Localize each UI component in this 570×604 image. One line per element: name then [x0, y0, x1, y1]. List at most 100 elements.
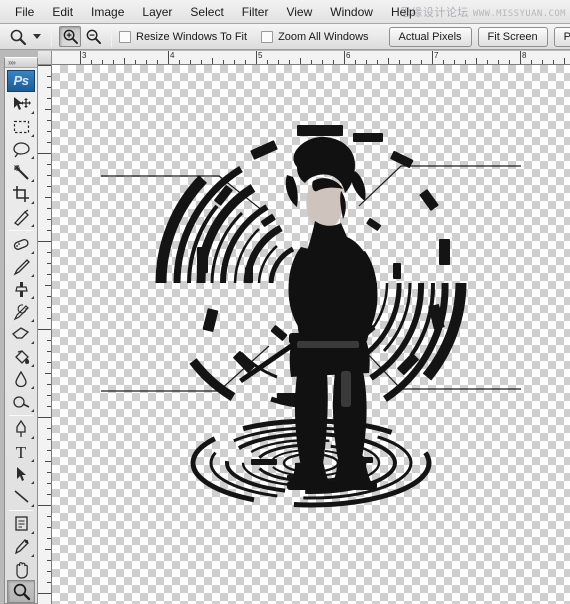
ruler-label: 4	[170, 51, 175, 60]
ruler-tick	[47, 340, 51, 341]
history-brush-tool[interactable]	[7, 300, 35, 323]
zoom-tool-icon	[9, 28, 27, 46]
move-tool[interactable]	[7, 93, 35, 116]
ruler-tick	[38, 417, 51, 418]
tools-panel-collapse-handle[interactable]: »»	[5, 58, 37, 68]
zoom-all-windows-checkbox[interactable]: Zoom All Windows	[261, 30, 369, 43]
canvas-area[interactable]	[52, 65, 570, 604]
tool-submenu-indicator[interactable]	[31, 111, 34, 115]
tool-submenu-indicator[interactable]	[31, 133, 34, 137]
ruler-tick	[234, 60, 235, 64]
print-size-button[interactable]: Print Size	[553, 26, 570, 47]
ruler-tick	[454, 60, 455, 64]
zoom-in-button[interactable]	[59, 26, 81, 47]
rectangular-marquee-tool[interactable]	[7, 115, 35, 138]
tool-submenu-indicator[interactable]	[31, 503, 34, 507]
chevron-down-icon[interactable]	[33, 34, 41, 39]
tool-submenu-indicator[interactable]	[31, 178, 34, 182]
menu-window[interactable]: Window	[321, 2, 382, 22]
ruler-tick	[542, 60, 543, 64]
tool-submenu-indicator[interactable]	[31, 386, 34, 390]
ruler-tick	[47, 582, 51, 583]
ruler-tick	[300, 58, 301, 64]
options-divider-2	[111, 26, 112, 47]
menu-image[interactable]: Image	[82, 2, 133, 22]
ruler-tick	[487, 60, 488, 64]
ruler-tick	[45, 109, 51, 110]
watermark: 思缘设计论坛 WWW.MISSYUAN.COM	[400, 4, 566, 20]
ruler-label: 5	[258, 51, 263, 60]
tool-submenu-indicator[interactable]	[31, 273, 34, 277]
gradient-tool[interactable]	[7, 345, 35, 368]
brush-tool[interactable]	[7, 255, 35, 278]
checkbox-box-zoomall[interactable]	[261, 30, 274, 43]
menu-view[interactable]: View	[277, 2, 321, 22]
ruler-tick	[245, 60, 246, 64]
ruler-tick	[47, 560, 51, 561]
ruler-tick	[47, 175, 51, 176]
ruler-tick	[465, 60, 466, 64]
tool-preset-picker[interactable]	[6, 28, 44, 46]
tools-divider-1	[9, 229, 33, 231]
menu-file[interactable]: File	[6, 2, 43, 22]
ruler-tick	[47, 274, 51, 275]
ruler-tick	[509, 60, 510, 64]
magic-wand-tool[interactable]	[7, 160, 35, 183]
ruler-tick	[45, 197, 51, 198]
ruler-tick	[47, 538, 51, 539]
pen-tool[interactable]	[7, 418, 35, 441]
horizontal-ruler[interactable]: 3 4 5 6 7 8	[52, 51, 570, 65]
line-tool[interactable]	[7, 485, 35, 508]
actual-pixels-button[interactable]: Actual Pixels	[388, 26, 472, 47]
ruler-tick	[47, 318, 51, 319]
menu-layer[interactable]: Layer	[133, 2, 181, 22]
menu-filter[interactable]: Filter	[233, 2, 278, 22]
zoom-out-button[interactable]	[82, 26, 104, 47]
tool-submenu-indicator[interactable]	[31, 341, 34, 345]
tool-submenu-indicator[interactable]	[31, 436, 34, 440]
lasso-tool[interactable]	[7, 138, 35, 161]
resize-windows-to-fit-checkbox[interactable]: Resize Windows To Fit	[119, 30, 247, 43]
ruler-tick	[47, 131, 51, 132]
tool-submenu-indicator[interactable]	[31, 318, 34, 322]
ruler-tick	[388, 58, 389, 64]
photoshop-window: File Edit Image Layer Select Filter View…	[0, 0, 570, 604]
tool-submenu-indicator[interactable]	[31, 296, 34, 300]
dodge-tool[interactable]	[7, 390, 35, 413]
type-tool[interactable]: T	[7, 440, 35, 463]
crop-tool[interactable]	[7, 183, 35, 206]
ruler-tick	[102, 60, 103, 64]
menu-select[interactable]: Select	[181, 2, 232, 22]
fit-screen-button[interactable]: Fit Screen	[477, 26, 548, 47]
eyedropper-tool[interactable]	[7, 535, 35, 558]
tool-submenu-indicator[interactable]	[31, 531, 34, 535]
slice-tool[interactable]	[7, 205, 35, 228]
tool-submenu-indicator[interactable]	[31, 363, 34, 367]
tool-submenu-indicator[interactable]	[31, 408, 34, 412]
ruler-corner[interactable]	[38, 51, 52, 65]
tool-submenu-indicator[interactable]	[31, 223, 34, 227]
tools-divider-2	[9, 414, 33, 416]
tool-submenu-indicator[interactable]	[31, 201, 34, 205]
healing-brush-tool[interactable]	[7, 233, 35, 256]
ruler-tick	[38, 241, 51, 242]
tool-submenu-indicator[interactable]	[31, 251, 34, 255]
zoom-tool[interactable]	[7, 580, 35, 603]
tool-submenu-indicator[interactable]	[31, 553, 34, 557]
blur-tool[interactable]	[7, 368, 35, 391]
ruler-tick	[91, 60, 92, 64]
hand-tool[interactable]	[7, 558, 35, 581]
vertical-ruler[interactable]	[38, 65, 52, 604]
tool-submenu-indicator[interactable]	[31, 481, 34, 485]
ruler-tick	[333, 60, 334, 64]
menu-edit[interactable]: Edit	[43, 2, 82, 22]
notes-tool[interactable]	[7, 513, 35, 536]
path-selection-tool[interactable]	[7, 463, 35, 486]
ruler-tick	[38, 153, 51, 154]
eraser-tool[interactable]	[7, 323, 35, 346]
tool-submenu-indicator[interactable]	[31, 458, 34, 462]
ruler-tick	[45, 549, 51, 550]
checkbox-box-resize[interactable]	[119, 30, 131, 43]
clone-stamp-tool[interactable]	[7, 278, 35, 301]
tool-submenu-indicator[interactable]	[31, 156, 34, 160]
